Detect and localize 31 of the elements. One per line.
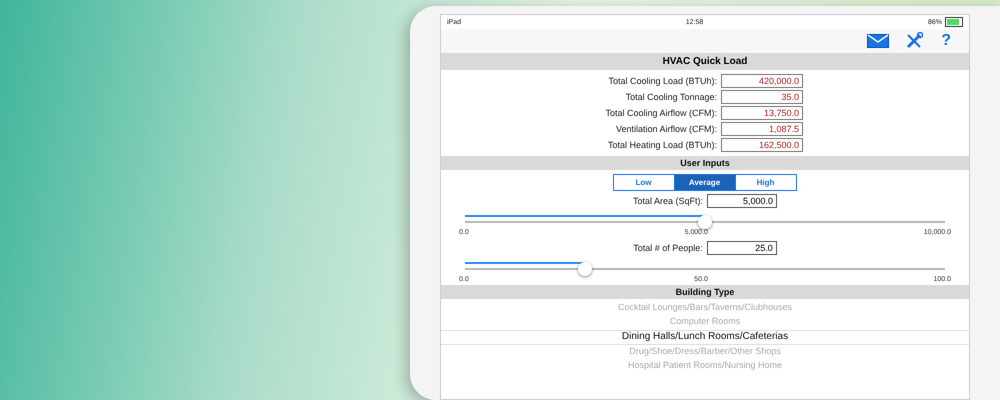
field-label: Total # of People: — [633, 243, 703, 253]
battery-icon — [945, 17, 963, 27]
result-label: Total Cooling Load (BTUh): — [607, 76, 717, 86]
segment-tab[interactable]: High — [734, 174, 796, 191]
picker-option[interactable]: Drug/Shoe/Dress/Barber/Other Shops — [629, 346, 781, 359]
result-value: 162,500.0 — [721, 138, 803, 152]
input-field[interactable]: 5,000.0 — [707, 194, 778, 208]
segment-tab[interactable]: Average — [674, 174, 736, 191]
app-title: HVAC Quick Load — [441, 53, 969, 70]
tools-button[interactable] — [905, 32, 924, 50]
result-value: 35.0 — [721, 90, 803, 104]
result-label: Total Heating Load (BTUh): — [606, 140, 717, 150]
section-title: User Inputs — [680, 158, 730, 168]
result-value: 420,000.0 — [721, 74, 803, 88]
picker-option[interactable]: Dining Halls/Lunch Rooms/Cafeterias — [441, 330, 969, 345]
picker-option[interactable]: Hospital Patient Rooms/Nursing Home — [628, 360, 782, 373]
result-label: Total Cooling Tonnage: — [624, 92, 717, 102]
result-value: 1,087.5 — [721, 122, 803, 136]
help-button[interactable]: ? — [939, 32, 953, 50]
result-label: Total Cooling Airflow (CFM): — [604, 108, 717, 118]
result-value: 13,750.0 — [721, 106, 803, 120]
slider-thumb[interactable] — [578, 262, 592, 276]
input-field[interactable]: 25.0 — [706, 241, 777, 255]
email-button[interactable] — [867, 34, 890, 48]
result-label: Ventilation Airflow (CFM): — [614, 124, 717, 134]
section-title: Building Type — [676, 287, 734, 297]
field-label: Total Area (SqFt): — [632, 196, 704, 206]
slider-thumb[interactable] — [698, 215, 712, 229]
picker-option[interactable]: Cocktail Lounges/Bars/Taverns/Clubhouses — [618, 302, 792, 315]
segment-tab[interactable]: Low — [612, 174, 674, 191]
picker-option[interactable]: Computer Rooms — [670, 316, 740, 329]
